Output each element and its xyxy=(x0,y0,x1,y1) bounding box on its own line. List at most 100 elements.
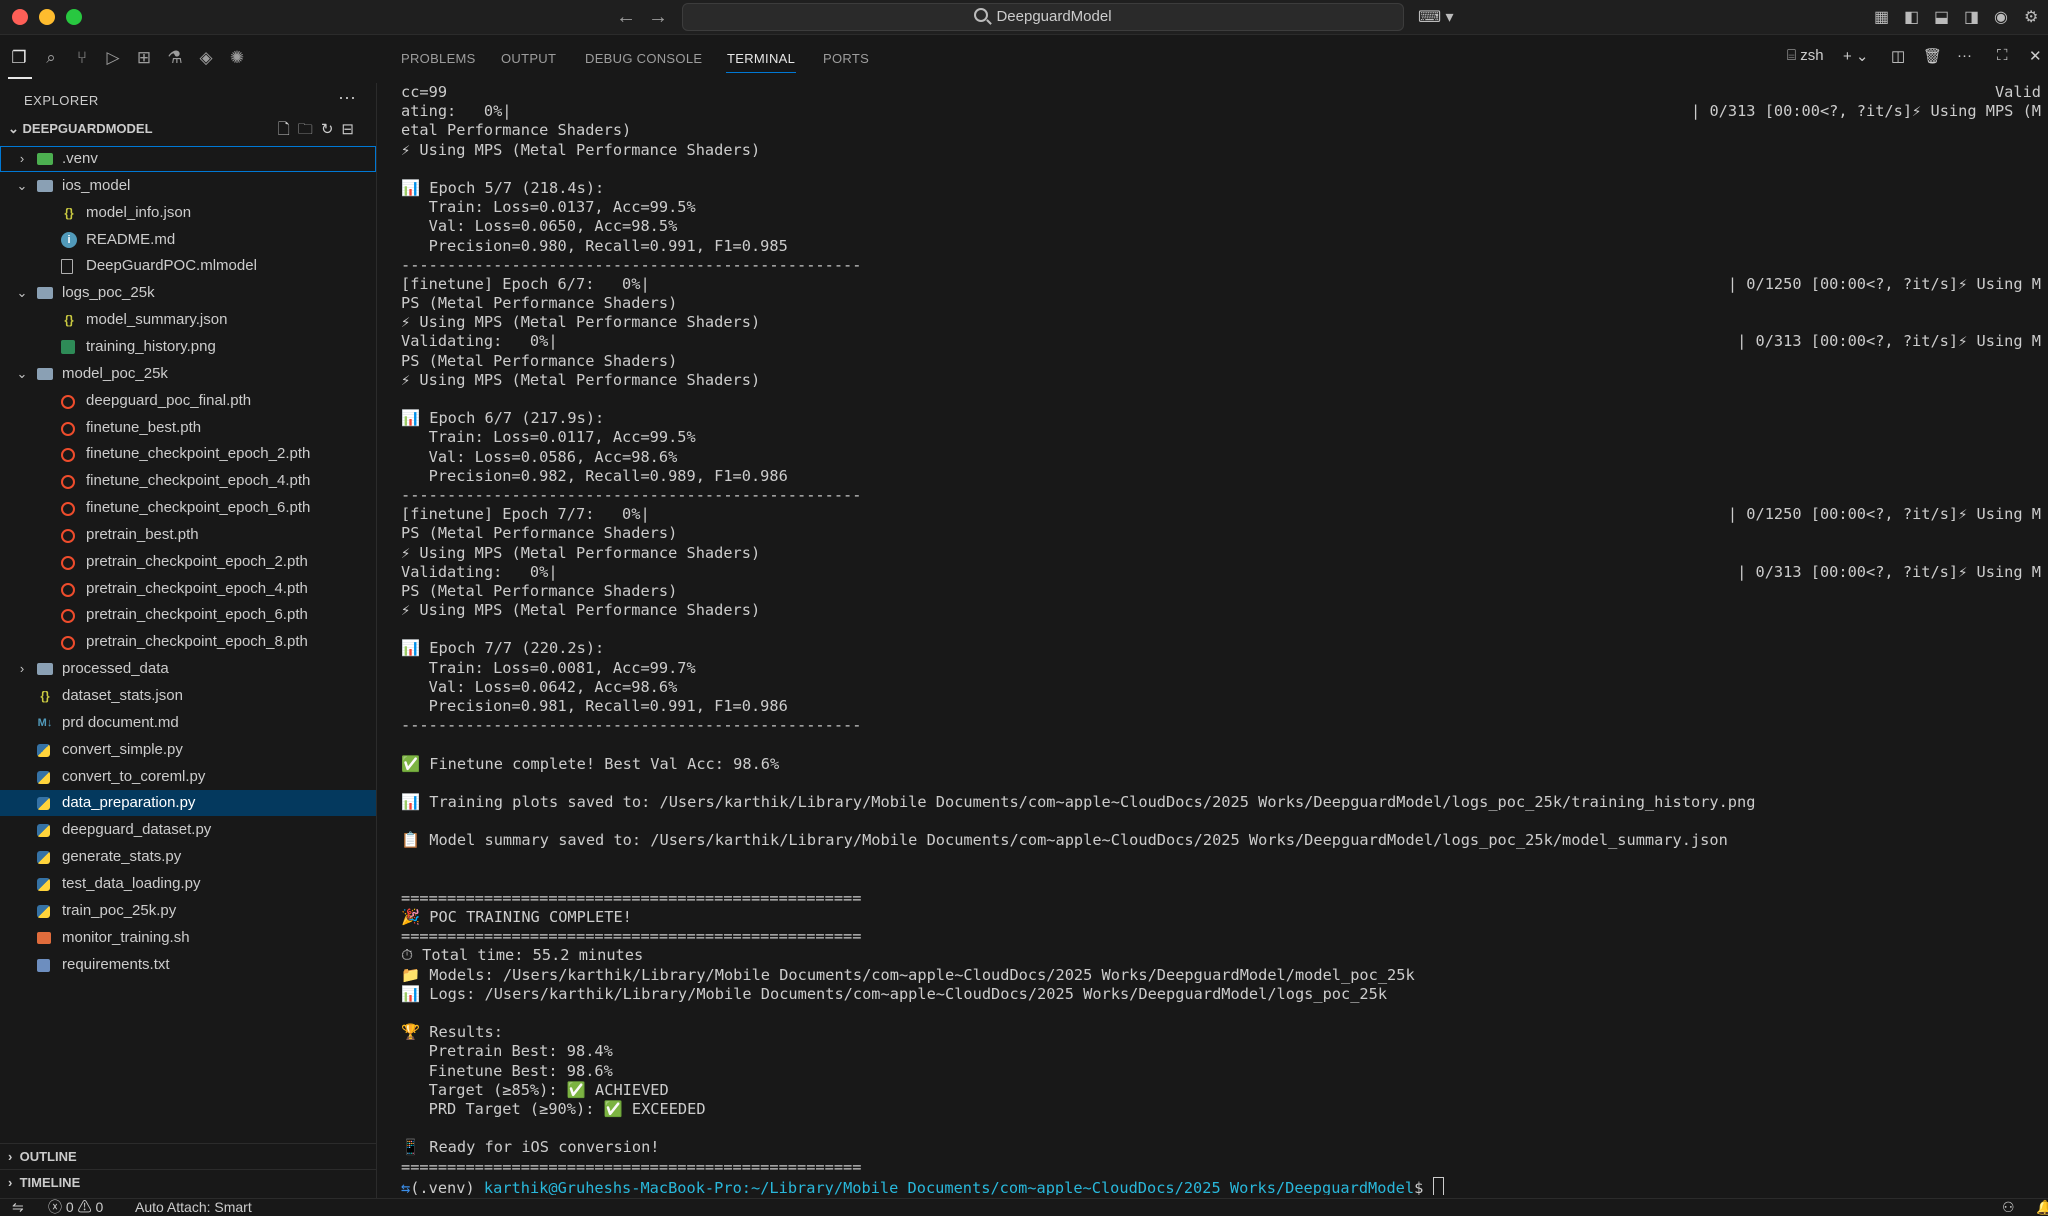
tree-file[interactable]: convert_to_coreml.py xyxy=(0,764,376,790)
refresh-icon[interactable]: ↻ xyxy=(321,121,342,138)
terminal-progress-text: | 0/1250 [00:00<?, ?it/s]⚡ Using M xyxy=(1727,505,2041,524)
tree-file[interactable]: deepguard_poc_final.pth xyxy=(0,388,376,414)
problems-status[interactable]: ⓧ 0 ⚠ 0 xyxy=(48,1199,103,1216)
terminal-line-text: Val: Loss=0.0650, Acc=98.5% xyxy=(401,217,678,236)
terminal-line: Finetune Best: 98.6% xyxy=(401,1062,2041,1081)
tree-file[interactable]: test_data_loading.py xyxy=(0,871,376,897)
tab-debug-console[interactable]: DEBUG CONSOLE xyxy=(585,51,702,66)
more-panel-actions-icon[interactable]: ··· xyxy=(1957,47,1972,64)
tree-item-label: deepguard_dataset.py xyxy=(62,821,212,839)
tree-file[interactable]: requirements.txt xyxy=(0,952,376,978)
tab-problems[interactable]: PROBLEMS xyxy=(401,51,476,66)
forward-arrow-icon[interactable]: → xyxy=(648,6,668,29)
terminal-line: Target (≥85%): ✅ ACHIEVED xyxy=(401,1081,2041,1100)
tree-file[interactable]: DeepGuardPOC.mlmodel xyxy=(0,253,376,279)
tree-item-label: data_preparation.py xyxy=(62,794,196,812)
chevron-right-icon: › xyxy=(8,1149,13,1164)
terminal-progress-text: | 0/1250 [00:00<?, ?it/s]⚡ Using M xyxy=(1727,274,2041,293)
tree-file[interactable]: pretrain_checkpoint_epoch_2.pth xyxy=(0,549,376,575)
tree-folder[interactable]: ⌄ model_poc_25k xyxy=(0,361,376,387)
remote-indicator-icon[interactable]: ⇋ xyxy=(12,1199,24,1216)
kill-terminal-trash-icon[interactable]: 🗑 xyxy=(1923,47,1942,65)
copilot-status-icon[interactable]: ⚇ xyxy=(2002,1199,2015,1216)
tree-folder[interactable]: ⌄ ios_model xyxy=(0,173,376,199)
timeline-section[interactable]: › TIMELINE xyxy=(0,1169,376,1196)
terminal-shell-selector[interactable]: ⌸ zsh xyxy=(1787,47,1824,64)
tree-file[interactable]: {} model_summary.json xyxy=(0,307,376,333)
tree-file[interactable]: pretrain_checkpoint_epoch_8.pth xyxy=(0,629,376,655)
account-icon[interactable]: ◉ xyxy=(1994,7,2008,27)
terminal-prompt[interactable]: ⇆(.venv) karthik@Gruheshs-MacBook-Pro:~/… xyxy=(401,1176,2041,1195)
tree-file[interactable]: pretrain_checkpoint_epoch_6.pth xyxy=(0,602,376,628)
explorer-files-icon[interactable]: ❐ xyxy=(8,47,30,69)
new-file-icon[interactable]: 🗋 xyxy=(278,121,298,138)
more-actions-icon[interactable]: ··· xyxy=(338,87,356,108)
tree-item-label: monitor_training.sh xyxy=(62,928,190,946)
toggle-panel-icon[interactable]: ⬓ xyxy=(1934,7,1949,27)
toggle-sidebar-icon[interactable]: ◧ xyxy=(1904,7,1919,27)
settings-gear-icon[interactable]: ⚙ xyxy=(2024,7,2038,27)
tree-file[interactable]: monitor_training.sh xyxy=(0,925,376,951)
tree-item-label: DeepGuardPOC.mlmodel xyxy=(86,257,257,275)
tree-file[interactable]: i README.md xyxy=(0,227,376,253)
tree-folder[interactable]: › .venv xyxy=(0,146,376,172)
python-icon[interactable]: ◈ xyxy=(195,47,217,69)
terminal-line-text: ========================================… xyxy=(401,888,862,907)
chevron-right-icon: › xyxy=(19,151,25,166)
tree-item-label: deepguard_poc_final.pth xyxy=(86,391,252,409)
minimize-window-button[interactable] xyxy=(39,9,55,25)
new-terminal-plus-icon[interactable]: + ⌄ xyxy=(1843,47,1869,65)
openai-chat-icon[interactable]: ✺ xyxy=(226,47,248,69)
tree-file[interactable]: M↓ prd document.md xyxy=(0,710,376,736)
terminal-line: Validating: 0%| | 0/313 [00:00<?, ?it/s]⚡… xyxy=(401,332,2041,351)
tree-folder[interactable]: ⌄ logs_poc_25k xyxy=(0,280,376,306)
tree-file[interactable]: train_poc_25k.py xyxy=(0,898,376,924)
tree-file[interactable]: finetune_checkpoint_epoch_6.pth xyxy=(0,495,376,521)
copilot-icon[interactable]: ⌨ ▾ xyxy=(1418,7,1454,27)
tree-file[interactable]: finetune_checkpoint_epoch_2.pth xyxy=(0,441,376,467)
terminal-line: Val: Loss=0.0642, Acc=98.6% xyxy=(401,678,2041,697)
close-panel-icon[interactable]: ✕ xyxy=(2029,47,2042,65)
tree-file[interactable]: deepguard_dataset.py xyxy=(0,817,376,843)
split-terminal-icon[interactable]: ◫ xyxy=(1891,47,1905,65)
terminal-output[interactable]: cc=99 Valid ating: 0%| | 0/313 [00:00<?, ?i… xyxy=(401,83,2041,1195)
tree-file[interactable]: {} dataset_stats.json xyxy=(0,683,376,709)
tab-terminal[interactable]: TERMINAL xyxy=(727,51,795,66)
maximize-window-button[interactable] xyxy=(66,9,82,25)
command-center-search[interactable]: DeepguardModel xyxy=(682,3,1404,31)
python-file-icon xyxy=(37,770,50,784)
tree-file[interactable]: training_history.png xyxy=(0,334,376,360)
tab-output[interactable]: OUTPUT xyxy=(501,51,556,66)
workspace-header[interactable]: ⌄ DEEPGUARDMODEL xyxy=(8,121,153,137)
back-arrow-icon[interactable]: ← xyxy=(616,6,636,29)
terminal-line-text: ⚡ Using MPS (Metal Performance Shaders) xyxy=(401,601,761,620)
tree-file[interactable]: {} model_info.json xyxy=(0,200,376,226)
new-folder-icon[interactable]: 🗀 xyxy=(298,121,321,138)
terminal-line: ating: 0%| | 0/313 [00:00<?, ?it/s]⚡ Usin… xyxy=(401,102,2041,121)
source-control-icon[interactable]: ⑂ xyxy=(71,47,93,69)
tree-file[interactable]: convert_simple.py xyxy=(0,737,376,763)
tree-file[interactable]: finetune_checkpoint_epoch_4.pth xyxy=(0,468,376,494)
outline-section[interactable]: › OUTLINE xyxy=(0,1143,376,1170)
close-window-button[interactable] xyxy=(12,9,28,25)
extensions-icon[interactable]: ⊞ xyxy=(133,47,155,69)
toggle-secondary-sidebar-icon[interactable]: ◨ xyxy=(1964,7,1979,27)
tab-ports[interactable]: PORTS xyxy=(823,51,869,66)
maximize-panel-icon[interactable]: ⛶ xyxy=(1997,47,2008,64)
notifications-bell-icon[interactable]: 🔔 xyxy=(2036,1199,2048,1216)
search-view-icon[interactable]: ⌕ xyxy=(40,47,62,69)
customize-layout-icon[interactable]: ▦ xyxy=(1874,7,1889,27)
tree-item-label: model_info.json xyxy=(86,203,192,221)
terminal-line-text: 📊 Epoch 6/7 (217.9s): xyxy=(401,409,605,428)
testing-flask-icon[interactable]: ⚗ xyxy=(164,47,186,69)
tree-folder[interactable]: › processed_data xyxy=(0,656,376,682)
tree-file[interactable]: pretrain_best.pth xyxy=(0,522,376,548)
tree-file[interactable]: finetune_best.pth xyxy=(0,415,376,441)
tree-file[interactable]: generate_stats.py xyxy=(0,844,376,870)
run-debug-icon[interactable]: ▷ xyxy=(102,47,124,69)
terminal-line: ----------------------------------------… xyxy=(401,486,2041,505)
collapse-all-icon[interactable]: ⊟ xyxy=(341,121,362,138)
tree-file[interactable]: pretrain_checkpoint_epoch_4.pth xyxy=(0,576,376,602)
auto-attach-status[interactable]: Auto Attach: Smart xyxy=(135,1199,252,1216)
tree-file[interactable]: data_preparation.py xyxy=(0,790,376,817)
